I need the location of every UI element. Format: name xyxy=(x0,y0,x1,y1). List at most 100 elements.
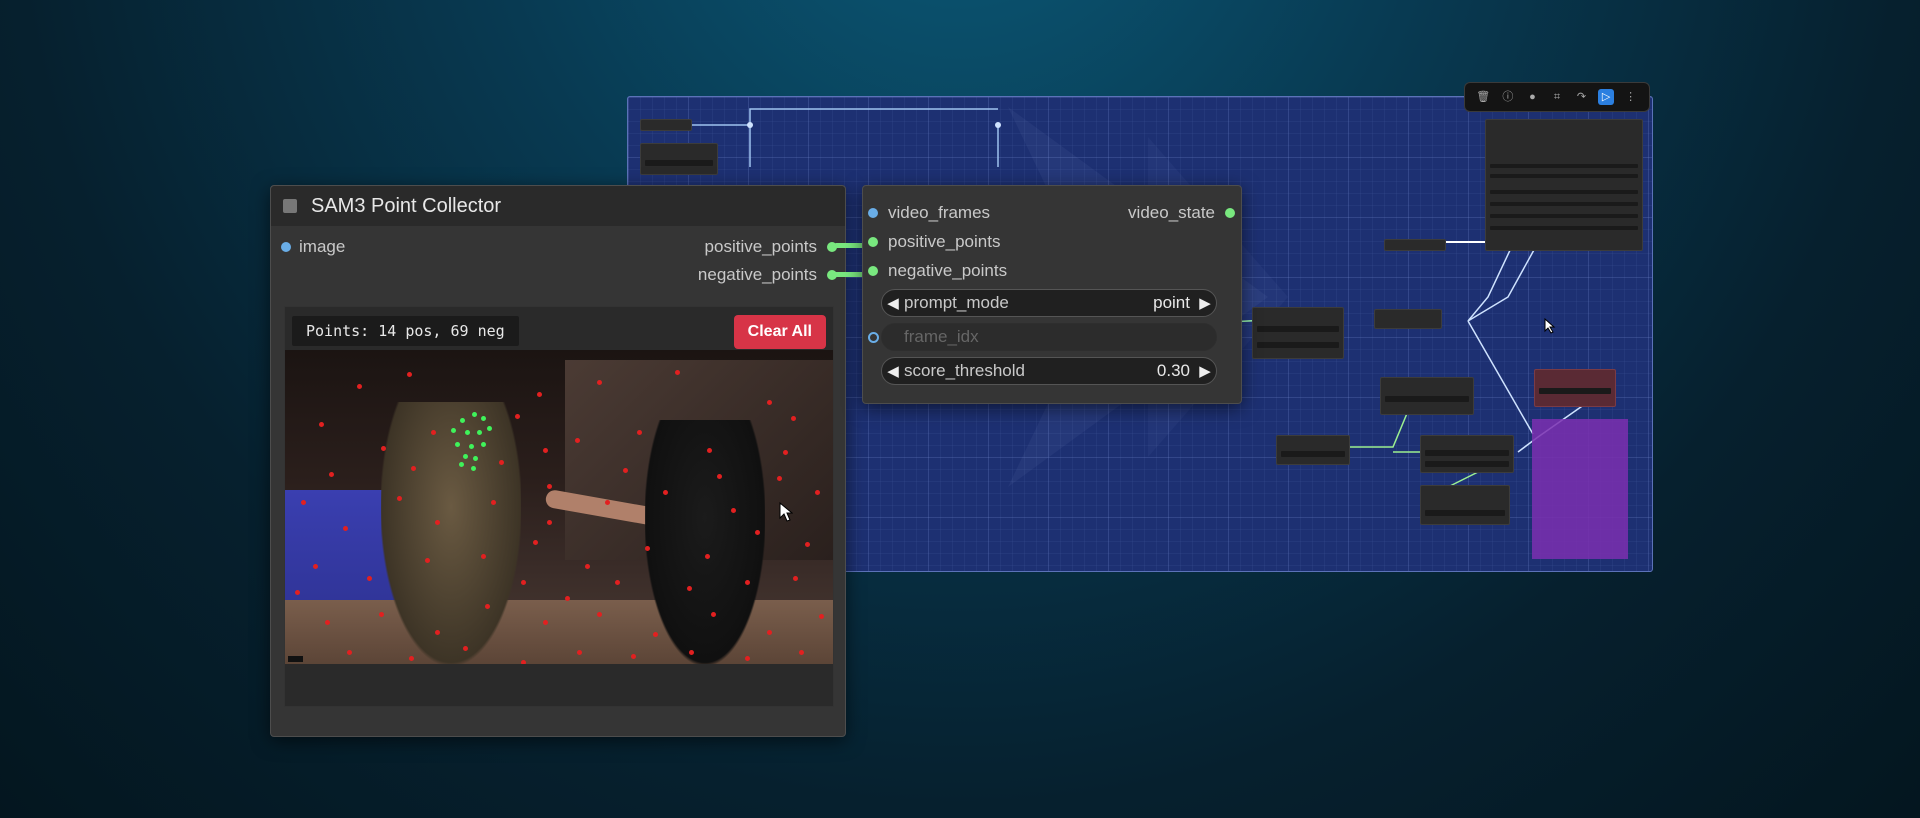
input-dot-icon[interactable] xyxy=(868,266,878,276)
negative-point-marker[interactable] xyxy=(313,564,318,569)
input-slot-negative-points[interactable]: negative_points xyxy=(868,260,1007,282)
negative-point-marker[interactable] xyxy=(425,558,430,563)
input-slot-image[interactable]: image xyxy=(281,236,345,258)
node-titlebar[interactable]: SAM3 Point Collector xyxy=(271,186,845,226)
negative-point-marker[interactable] xyxy=(783,450,788,455)
canvas-node-d[interactable] xyxy=(1374,309,1442,329)
negative-point-marker[interactable] xyxy=(329,472,334,477)
negative-point-marker[interactable] xyxy=(663,490,668,495)
input-dot-icon[interactable] xyxy=(281,242,291,252)
positive-point-marker[interactable] xyxy=(459,462,464,467)
positive-point-marker[interactable] xyxy=(463,454,468,459)
canvas-node-e[interactable] xyxy=(1384,239,1446,251)
negative-point-marker[interactable] xyxy=(637,430,642,435)
negative-point-marker[interactable] xyxy=(745,580,750,585)
info-icon[interactable]: ⓘ xyxy=(1500,89,1516,105)
negative-point-marker[interactable] xyxy=(577,650,582,655)
negative-point-marker[interactable] xyxy=(533,540,538,545)
canvas-node-large[interactable] xyxy=(1485,119,1643,251)
negative-point-marker[interactable] xyxy=(347,650,352,655)
negative-point-marker[interactable] xyxy=(409,656,414,661)
negative-point-marker[interactable] xyxy=(705,554,710,559)
negative-point-marker[interactable] xyxy=(623,468,628,473)
negative-point-marker[interactable] xyxy=(435,520,440,525)
negative-point-marker[interactable] xyxy=(799,650,804,655)
negative-point-marker[interactable] xyxy=(397,496,402,501)
negative-point-marker[interactable] xyxy=(767,400,772,405)
negative-point-marker[interactable] xyxy=(301,500,306,505)
negative-point-marker[interactable] xyxy=(521,580,526,585)
trash-icon[interactable]: 🗑 xyxy=(1475,89,1491,105)
negative-point-marker[interactable] xyxy=(499,460,504,465)
negative-point-marker[interactable] xyxy=(745,656,750,661)
frame-idx-input-dot-icon[interactable] xyxy=(868,332,879,343)
input-dot-icon[interactable] xyxy=(868,208,878,218)
prompt-mode-combo[interactable]: ◀ prompt_mode point ▶ xyxy=(881,289,1217,317)
negative-point-marker[interactable] xyxy=(597,380,602,385)
negative-point-marker[interactable] xyxy=(675,370,680,375)
negative-point-marker[interactable] xyxy=(631,654,636,659)
canvas-node-h[interactable] xyxy=(1420,435,1514,473)
negative-point-marker[interactable] xyxy=(367,576,372,581)
output-slot-video-state[interactable]: video_state xyxy=(1128,202,1235,224)
input-slot-video-frames[interactable]: video_frames xyxy=(868,202,990,224)
negative-point-marker[interactable] xyxy=(547,484,552,489)
negative-point-marker[interactable] xyxy=(381,446,386,451)
negative-point-marker[interactable] xyxy=(407,372,412,377)
positive-point-marker[interactable] xyxy=(471,466,476,471)
negative-point-marker[interactable] xyxy=(791,416,796,421)
negative-point-marker[interactable] xyxy=(565,596,570,601)
decrement-arrow-icon[interactable]: ◀ xyxy=(882,294,904,312)
negative-point-marker[interactable] xyxy=(805,542,810,547)
negative-point-marker[interactable] xyxy=(379,612,384,617)
sam3-video-node[interactable]: video_frames video_state positive_points… xyxy=(862,185,1242,404)
collapse-toggle[interactable] xyxy=(283,199,297,213)
canvas-node-f[interactable] xyxy=(1380,377,1474,415)
positive-point-marker[interactable] xyxy=(481,442,486,447)
color-icon[interactable]: ● xyxy=(1524,89,1540,105)
negative-point-marker[interactable] xyxy=(575,438,580,443)
increment-arrow-icon[interactable]: ▶ xyxy=(1194,362,1216,380)
score-threshold-slider[interactable]: ◀ score_threshold 0.30 ▶ xyxy=(881,357,1217,385)
negative-point-marker[interactable] xyxy=(707,448,712,453)
positive-point-marker[interactable] xyxy=(469,444,474,449)
more-icon[interactable]: ⋮ xyxy=(1623,89,1639,105)
negative-point-marker[interactable] xyxy=(793,576,798,581)
negative-point-marker[interactable] xyxy=(585,564,590,569)
negative-point-marker[interactable] xyxy=(357,384,362,389)
negative-point-marker[interactable] xyxy=(325,620,330,625)
negative-point-marker[interactable] xyxy=(615,580,620,585)
positive-point-marker[interactable] xyxy=(455,442,460,447)
input-slot-positive-points[interactable]: positive_points xyxy=(868,231,1000,253)
negative-point-marker[interactable] xyxy=(687,586,692,591)
run-icon[interactable]: ▷ xyxy=(1598,89,1615,105)
positive-point-marker[interactable] xyxy=(473,456,478,461)
negative-point-marker[interactable] xyxy=(435,630,440,635)
positive-point-marker[interactable] xyxy=(460,418,465,423)
negative-point-marker[interactable] xyxy=(295,590,300,595)
negative-point-marker[interactable] xyxy=(543,620,548,625)
negative-point-marker[interactable] xyxy=(731,508,736,513)
negative-point-marker[interactable] xyxy=(431,430,436,435)
canvas-node-red[interactable] xyxy=(1534,369,1616,407)
negative-point-marker[interactable] xyxy=(711,612,716,617)
negative-point-marker[interactable] xyxy=(777,476,782,481)
negative-point-marker[interactable] xyxy=(547,520,552,525)
fit-icon[interactable]: ⌗ xyxy=(1549,89,1565,105)
output-dot-icon[interactable] xyxy=(1225,208,1235,218)
output-slot-negative-points[interactable]: negative_points xyxy=(698,264,837,286)
negative-point-marker[interactable] xyxy=(319,422,324,427)
canvas-node-g[interactable] xyxy=(1276,435,1350,465)
positive-point-marker[interactable] xyxy=(481,416,486,421)
redo-icon[interactable]: ↷ xyxy=(1574,89,1590,105)
negative-point-marker[interactable] xyxy=(653,632,658,637)
input-dot-icon[interactable] xyxy=(868,237,878,247)
output-slot-positive-points[interactable]: positive_points xyxy=(705,236,837,258)
negative-point-marker[interactable] xyxy=(755,530,760,535)
negative-point-marker[interactable] xyxy=(491,500,496,505)
sam3-point-collector-node[interactable]: SAM3 Point Collector image positive_poin… xyxy=(270,185,846,737)
canvas-node-b[interactable] xyxy=(640,143,718,175)
negative-point-marker[interactable] xyxy=(597,612,602,617)
negative-point-marker[interactable] xyxy=(689,650,694,655)
negative-point-marker[interactable] xyxy=(537,392,542,397)
